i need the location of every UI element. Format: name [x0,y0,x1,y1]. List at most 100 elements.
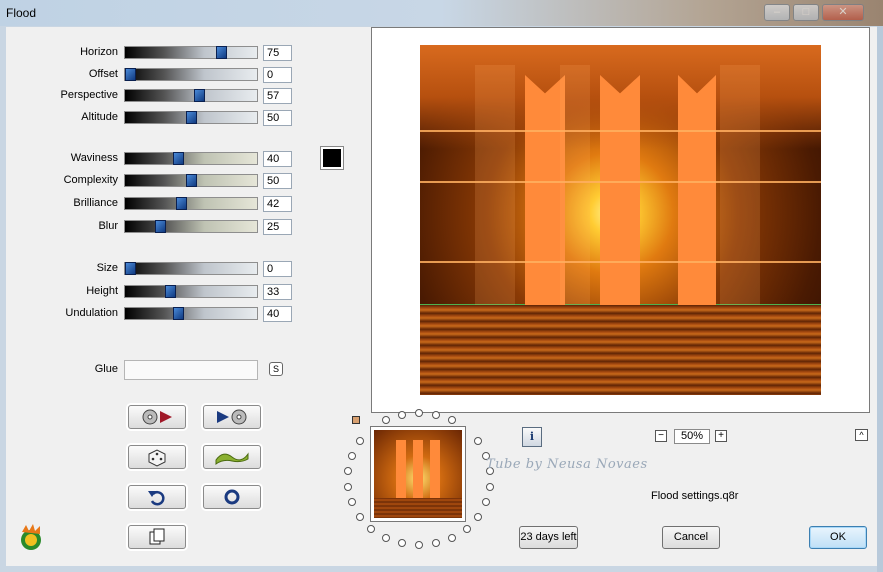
zoom-level: 50% [674,429,710,444]
slider-thumb[interactable] [186,174,197,187]
ring-dot [343,482,352,491]
dice-icon [148,449,166,467]
param-slider-undulation[interactable] [124,307,258,320]
param-label: Altitude [81,111,118,123]
param-row-size: Size 0 [6,261,296,277]
glue-label: Glue [94,363,118,375]
fence-ghost-picket [475,65,515,305]
ring-dot [397,539,406,548]
reset-button[interactable] [203,485,261,509]
param-slider-offset[interactable] [124,68,258,81]
random-button[interactable] [128,445,186,469]
param-value-size[interactable]: 0 [263,261,292,277]
param-label: Waviness [70,152,118,164]
slider-thumb[interactable] [194,89,205,102]
play-disc-icon [217,409,247,425]
slider-thumb[interactable] [173,307,184,320]
fence-picket [525,75,565,305]
param-label: Height [86,285,118,297]
info-button[interactable]: i [522,427,542,447]
glue-s-button[interactable]: S [269,362,283,376]
param-slider-waviness[interactable] [124,152,258,165]
ring-icon [224,489,240,505]
param-label: Offset [88,68,118,80]
cancel-button[interactable]: Cancel [662,526,720,549]
param-value-horizon[interactable]: 75 [263,45,292,61]
zoom-out-button[interactable]: − [655,430,667,442]
param-label: Undulation [65,307,118,319]
param-slider-blur[interactable] [124,220,258,233]
ring-dot [381,533,390,542]
play-from-disc-button[interactable] [128,405,186,429]
ring-dot [432,410,441,419]
thumb-picket [396,440,406,498]
param-value-offset[interactable]: 0 [263,67,292,83]
minimize-button[interactable]: – [764,4,790,21]
color-swatch[interactable] [320,146,344,170]
ok-button[interactable]: OK [809,526,867,549]
param-slider-size[interactable] [124,262,258,275]
param-value-altitude[interactable]: 50 [263,110,292,126]
param-value-perspective[interactable]: 57 [263,88,292,104]
undo-button[interactable] [128,485,186,509]
navigator-marker[interactable] [352,416,360,424]
glue-field[interactable] [124,360,258,380]
ring-dot [355,437,364,446]
thumb-picket [430,440,440,498]
param-value-undulation[interactable]: 40 [263,306,292,322]
navigator-thumbnail[interactable] [370,426,466,522]
param-slider-perspective[interactable] [124,89,258,102]
slider-thumb[interactable] [165,285,176,298]
thumb-water [374,498,462,518]
play-to-disc-button[interactable] [203,405,261,429]
maximize-button[interactable]: □ [793,4,819,21]
copy-button[interactable] [128,525,186,549]
slider-thumb[interactable] [216,46,227,59]
plugin-logo-icon [21,524,41,550]
fence-ghost-picket [720,65,760,305]
ring-dot [474,437,483,446]
param-value-complexity[interactable]: 50 [263,173,292,189]
param-slider-horizon[interactable] [124,46,258,59]
param-row-height: Height 33 [6,284,296,300]
slider-thumb[interactable] [186,111,197,124]
param-value-brilliance[interactable]: 42 [263,196,292,212]
slider-thumb[interactable] [176,197,187,210]
param-row-offset: Offset 0 [6,67,296,83]
param-row-waviness: Waviness 40 [6,151,296,167]
param-value-blur[interactable]: 25 [263,219,292,235]
param-label: Horizon [80,46,118,58]
param-slider-complexity[interactable] [124,174,258,187]
param-label: Brilliance [73,197,118,209]
param-slider-height[interactable] [124,285,258,298]
close-button[interactable]: ✕ [822,4,864,21]
ring-dot [448,416,457,425]
ring-dot [486,482,495,491]
ring-dot [462,524,471,533]
ring-dot [367,524,376,533]
undo-icon [148,490,165,506]
param-slider-brilliance[interactable] [124,197,258,210]
zoom-in-button[interactable]: + [715,430,727,442]
slider-thumb[interactable] [155,220,166,233]
fence-ghost-picket [560,65,590,305]
param-value-height[interactable]: 33 [263,284,292,300]
param-value-waviness[interactable]: 40 [263,151,292,167]
slider-thumb[interactable] [173,152,184,165]
collapse-button[interactable]: ^ [855,429,868,441]
slider-thumb[interactable] [125,262,136,275]
ring-dot [347,451,356,460]
wave-button[interactable] [203,445,261,469]
window-frame-edge [877,26,883,572]
settings-file-name: Flood settings.q8r [651,490,739,502]
thumbnail-image [374,430,462,518]
ring-dot [432,539,441,548]
param-row-perspective: Perspective 57 [6,88,296,104]
param-row-blur: Blur 25 [6,219,296,235]
trial-days-button[interactable]: 23 days left [519,526,578,549]
slider-thumb[interactable] [125,68,136,81]
wave-icon [215,452,249,465]
preview-panel[interactable] [371,27,870,413]
dialog-body: Horizon 75 Offset 0 Perspective 57 Altitude 50 … [6,27,877,566]
param-slider-altitude[interactable] [124,111,258,124]
